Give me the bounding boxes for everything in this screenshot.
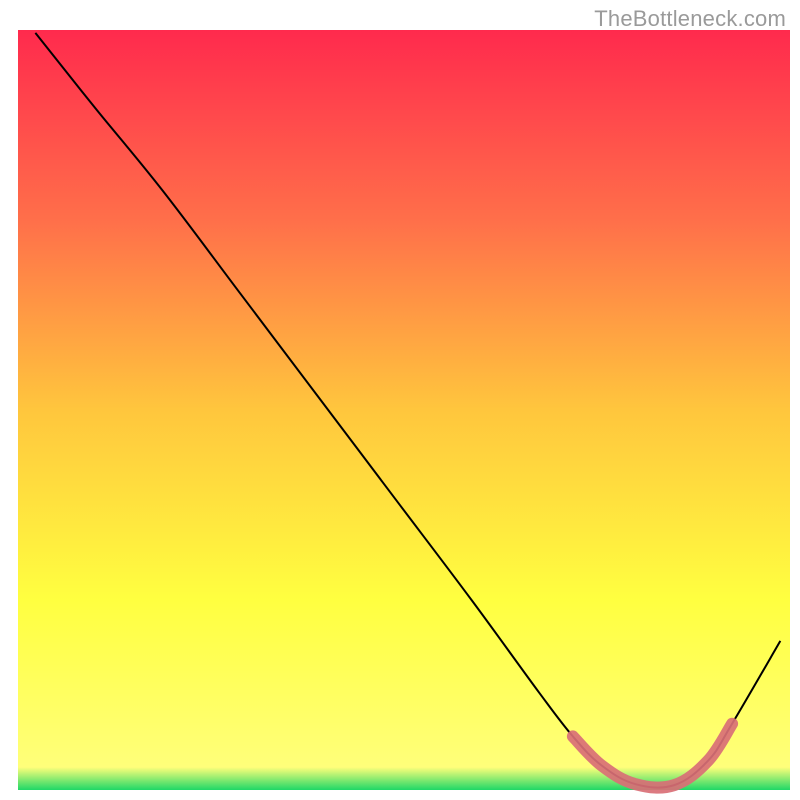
bottleneck-chart <box>0 0 800 800</box>
chart-background <box>18 30 790 790</box>
